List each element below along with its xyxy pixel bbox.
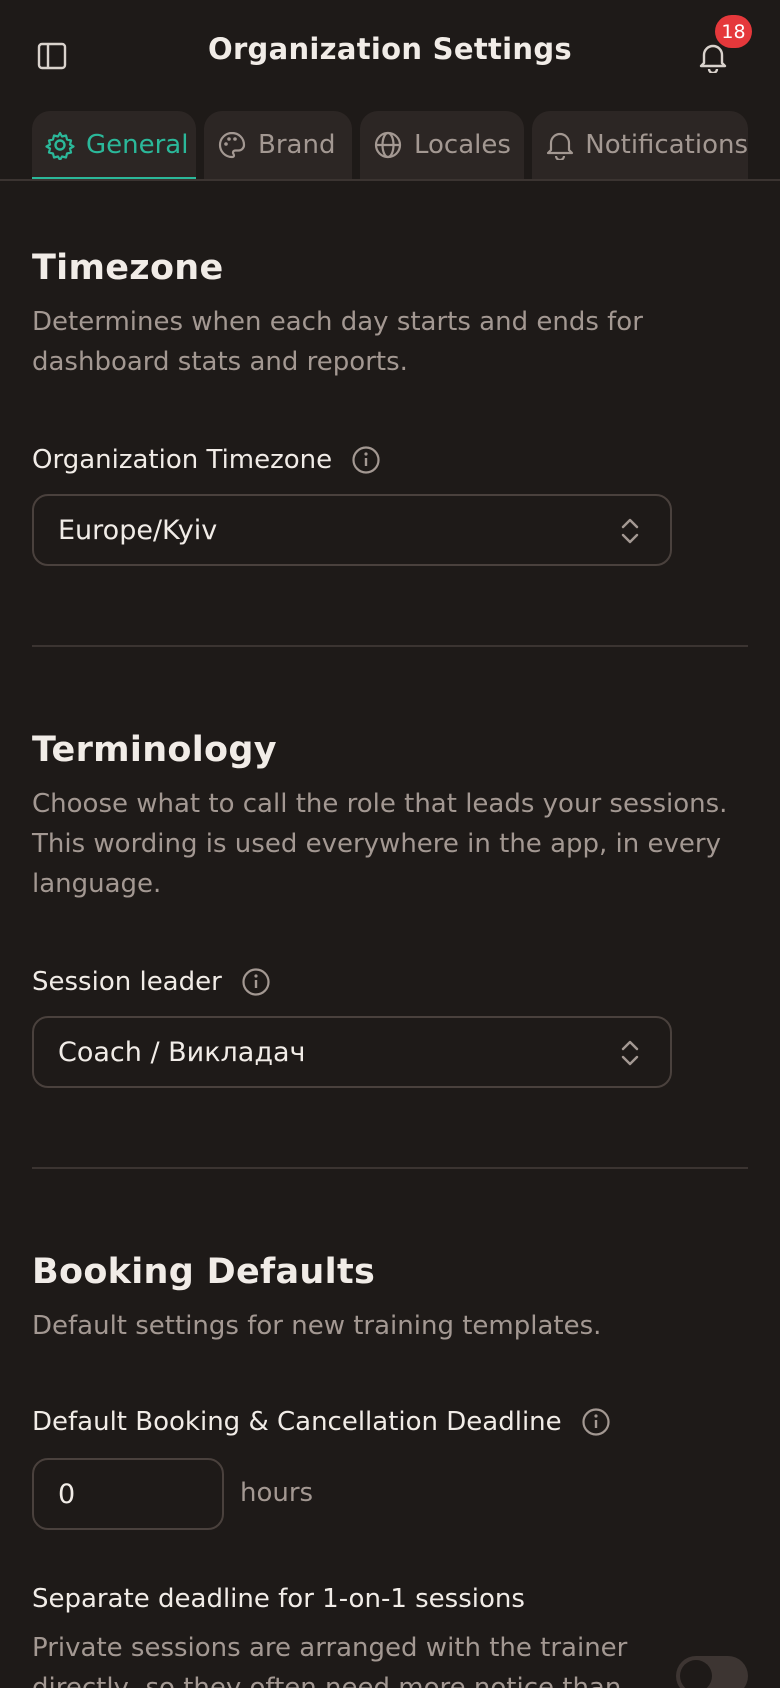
info-icon[interactable]: [240, 966, 272, 998]
toggle-knob: [680, 1660, 712, 1688]
tab-locales[interactable]: Locales: [360, 111, 524, 179]
section-divider: [32, 1167, 748, 1169]
timezone-label-text: Organization Timezone: [32, 445, 333, 475]
deadline-unit-label: hours: [240, 1478, 314, 1508]
organization-settings-page: Organization Settings 18 General Brand L…: [0, 0, 780, 1688]
globe-icon: [372, 129, 404, 161]
booking-deadline-field-label: Default Booking & Cancellation Deadline: [32, 1406, 612, 1438]
booking-deadline-label-text: Default Booking & Cancellation Deadline: [32, 1407, 562, 1437]
booking-defaults-description: Default settings for new training templa…: [32, 1311, 602, 1341]
terminology-description: Choose what to call the role that leads …: [32, 789, 728, 899]
separate-deadline-toggle[interactable]: [676, 1656, 748, 1688]
tab-label: Notifications: [585, 130, 748, 160]
timezone-selected-value: Europe/Kyiv: [58, 514, 218, 546]
notification-count-badge: 18: [715, 15, 752, 48]
timezone-field-label: Organization Timezone: [32, 444, 382, 476]
timezone-title: Timezone: [32, 248, 224, 288]
separate-deadline-label: Separate deadline for 1-on-1 sessions: [32, 1584, 525, 1614]
timezone-description: Determines when each day starts and ends…: [32, 307, 643, 377]
chevron-up-down-icon: [621, 518, 639, 544]
chevron-up-down-icon: [621, 1040, 639, 1066]
separate-deadline-description: Private sessions are arranged with the t…: [32, 1633, 628, 1688]
booking-defaults-title: Booking Defaults: [32, 1252, 376, 1292]
separate-deadline-label-text: Separate deadline for 1-on-1 sessions: [32, 1584, 525, 1614]
session-leader-field-label: Session leader: [32, 966, 272, 998]
info-icon[interactable]: [580, 1406, 612, 1438]
session-leader-selected-value: Coach / Викладач: [58, 1036, 306, 1068]
info-icon[interactable]: [350, 444, 382, 476]
timezone-select[interactable]: Europe/Kyiv: [32, 494, 672, 566]
tab-label: Locales: [414, 130, 511, 160]
settings-tabs: General Brand Locales Notifications: [0, 111, 780, 181]
terminology-title: Terminology: [32, 730, 277, 770]
section-divider: [32, 645, 748, 647]
tab-brand[interactable]: Brand: [204, 111, 352, 179]
bell-icon: [544, 129, 575, 161]
session-leader-select[interactable]: Coach / Викладач: [32, 1016, 672, 1088]
tab-notifications[interactable]: Notifications: [532, 111, 748, 179]
session-leader-label-text: Session leader: [32, 967, 222, 997]
palette-icon: [216, 129, 248, 161]
gear-icon: [44, 129, 76, 161]
tab-label: General: [86, 130, 189, 160]
tab-general[interactable]: General: [32, 111, 196, 179]
header: Organization Settings 18: [0, 0, 780, 110]
booking-deadline-input[interactable]: 0: [32, 1458, 224, 1530]
tab-label: Brand: [258, 130, 336, 160]
page-title: Organization Settings: [208, 32, 572, 66]
